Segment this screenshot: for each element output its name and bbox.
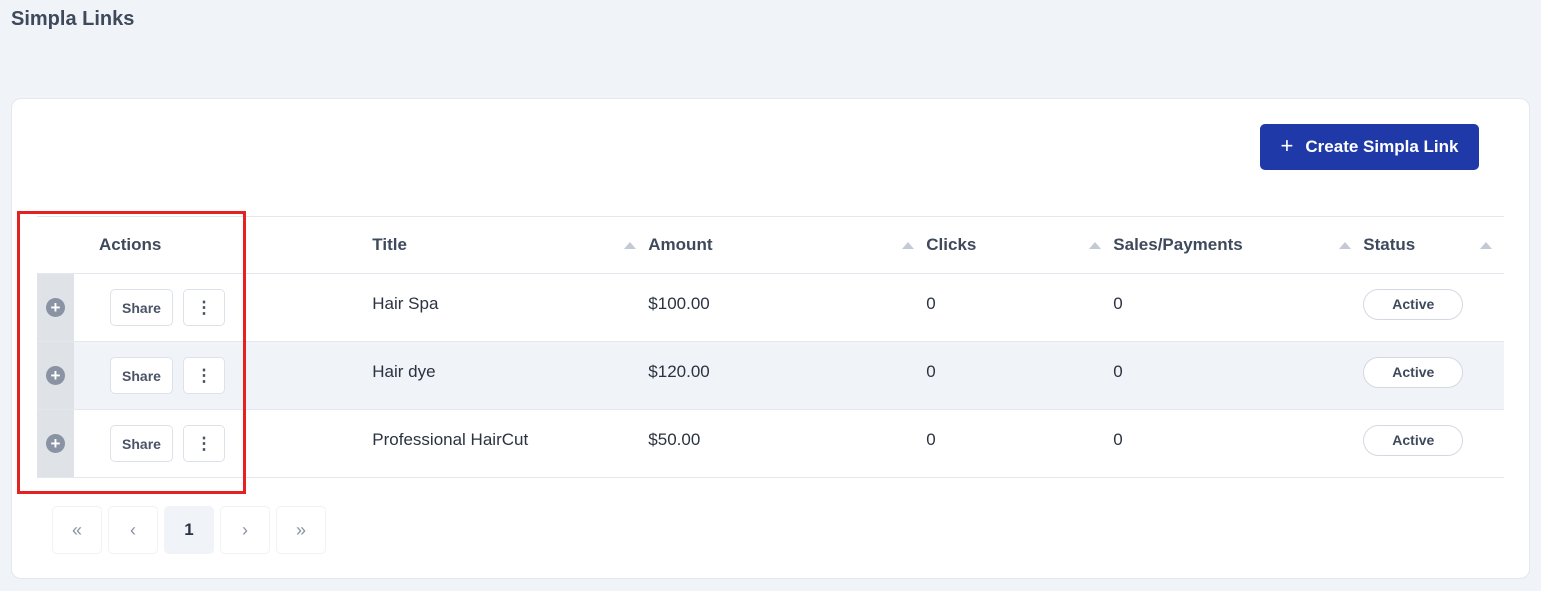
expand-plus-icon[interactable]: + — [46, 433, 65, 453]
expand-plus-icon[interactable]: + — [46, 365, 65, 385]
column-header-clicks-label: Clicks — [926, 235, 977, 254]
create-simpla-link-button[interactable]: + Create Simpla Link — [1260, 124, 1479, 170]
column-header-status[interactable]: Status — [1363, 216, 1504, 274]
sort-arrow-icon[interactable] — [624, 242, 637, 249]
table-header-row: Actions Title Amount Clicks Sales/Paymen… — [37, 216, 1504, 274]
pagination: « ‹ 1 › » — [52, 506, 332, 554]
row-amount: $50.00 — [648, 409, 927, 478]
row-expander[interactable]: + — [37, 273, 74, 342]
more-options-icon[interactable]: ⋮ — [183, 425, 225, 462]
row-clicks: 0 — [926, 273, 1114, 342]
column-header-amount[interactable]: Amount — [648, 216, 927, 274]
table-row: + Share ⋮ Hair Spa $100.00 0 0 Active — [37, 273, 1504, 342]
row-title: Professional HairCut — [372, 409, 649, 478]
column-header-clicks[interactable]: Clicks — [926, 216, 1114, 274]
share-button[interactable]: Share — [110, 357, 173, 394]
column-header-title-label: Title — [372, 235, 407, 254]
row-sales: 0 — [1113, 341, 1364, 410]
column-header-status-label: Status — [1363, 235, 1416, 254]
first-page-button[interactable]: « — [52, 506, 102, 554]
row-status: Active — [1363, 273, 1504, 342]
column-header-actions: Actions — [37, 216, 373, 274]
row-expander[interactable]: + — [37, 409, 74, 478]
row-title: Hair Spa — [372, 273, 649, 342]
table-row: + Share ⋮ Hair dye $120.00 0 0 Active — [37, 341, 1504, 410]
row-sales: 0 — [1113, 273, 1364, 342]
status-badge: Active — [1363, 425, 1464, 456]
row-sales: 0 — [1113, 409, 1364, 478]
prev-page-button[interactable]: ‹ — [108, 506, 158, 554]
share-button[interactable]: Share — [110, 289, 173, 326]
page-title: Simpla Links — [11, 8, 135, 30]
column-header-title[interactable]: Title — [372, 216, 649, 274]
page-number-button[interactable]: 1 — [164, 506, 214, 554]
row-amount: $100.00 — [648, 273, 927, 342]
more-options-icon[interactable]: ⋮ — [183, 357, 225, 394]
row-title: Hair dye — [372, 341, 649, 410]
links-table: Actions Title Amount Clicks Sales/Paymen… — [37, 216, 1504, 478]
column-header-sales-label: Sales/Payments — [1113, 235, 1243, 254]
sort-arrow-icon[interactable] — [1480, 242, 1492, 249]
row-expander[interactable]: + — [37, 341, 74, 410]
more-options-icon[interactable]: ⋮ — [183, 289, 225, 326]
row-amount: $120.00 — [648, 341, 927, 410]
row-clicks: 0 — [926, 341, 1114, 410]
column-header-amount-label: Amount — [648, 235, 713, 254]
sort-arrow-icon[interactable] — [1339, 242, 1352, 249]
status-badge: Active — [1363, 357, 1464, 388]
links-card: + Create Simpla Link Actions Title Amoun… — [11, 98, 1530, 579]
row-actions: Share ⋮ — [74, 273, 373, 342]
share-button[interactable]: Share — [110, 425, 173, 462]
row-clicks: 0 — [926, 409, 1114, 478]
sort-arrow-icon[interactable] — [902, 242, 915, 249]
row-status: Active — [1363, 409, 1504, 478]
row-actions: Share ⋮ — [74, 341, 373, 410]
create-button-label: Create Simpla Link — [1305, 137, 1459, 156]
plus-icon: + — [1280, 133, 1294, 158]
expand-plus-icon[interactable]: + — [46, 297, 65, 317]
status-badge: Active — [1363, 289, 1464, 320]
last-page-button[interactable]: » — [276, 506, 326, 554]
row-status: Active — [1363, 341, 1504, 410]
row-actions: Share ⋮ — [74, 409, 373, 478]
table-row: + Share ⋮ Professional HairCut $50.00 0 0… — [37, 409, 1504, 478]
next-page-button[interactable]: › — [220, 506, 270, 554]
sort-arrow-icon[interactable] — [1089, 242, 1102, 249]
column-header-sales[interactable]: Sales/Payments — [1113, 216, 1364, 274]
